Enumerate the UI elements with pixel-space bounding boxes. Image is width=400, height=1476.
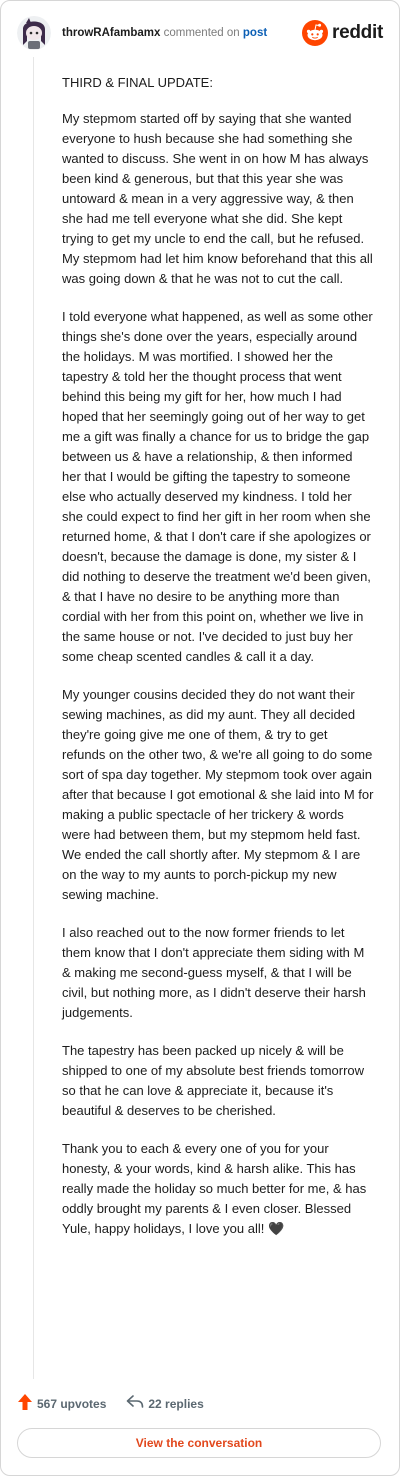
view-conversation-button[interactable]: View the conversation [17, 1428, 381, 1458]
comment-paragraph: My younger cousins decided they do not w… [62, 687, 374, 902]
reddit-brand[interactable]: reddit [302, 19, 383, 47]
snoo-avatar-icon[interactable] [17, 15, 51, 51]
reddit-wordmark: reddit [332, 22, 383, 43]
comment-paragraph: THIRD & FINAL UPDATE: [62, 75, 213, 90]
reply-count: 22 replies [148, 1397, 204, 1411]
upvote-count: 567 upvotes [37, 1397, 107, 1411]
comment-paragraph: My stepmom started off by saying that sh… [62, 111, 373, 286]
upvote-button[interactable]: 567 upvotes [17, 1393, 106, 1416]
comment-body: THIRD & FINAL UPDATE: My stepmom started… [62, 73, 374, 1257]
comment-footer: 567 upvotes 22 replies [17, 1391, 204, 1417]
reply-button[interactable]: 22 replies [126, 1394, 204, 1414]
reddit-alien-logo-icon [302, 20, 329, 46]
thread-line[interactable] [33, 57, 34, 1379]
comment-card: throwRAfambamx commented on post reddit [0, 0, 400, 1476]
upvote-arrow-icon [17, 1393, 33, 1416]
commented-on-label: commented on [163, 27, 240, 39]
post-link[interactable]: post [243, 27, 267, 39]
comment-paragraph: The tapestry has been packed up nicely &… [62, 1043, 365, 1118]
comment-header: throwRAfambamx commented on post reddit [17, 15, 383, 53]
comment-paragraph: Thank you to each & every one of you for… [62, 1141, 367, 1236]
reply-arrow-icon [126, 1394, 144, 1414]
username-link[interactable]: throwRAfambamx [62, 27, 160, 39]
comment-paragraph: I told everyone what happened, as well a… [62, 309, 373, 664]
comment-paragraph: I also reached out to the now former fri… [62, 925, 366, 1020]
comment-meta: throwRAfambamx commented on post [62, 26, 267, 40]
